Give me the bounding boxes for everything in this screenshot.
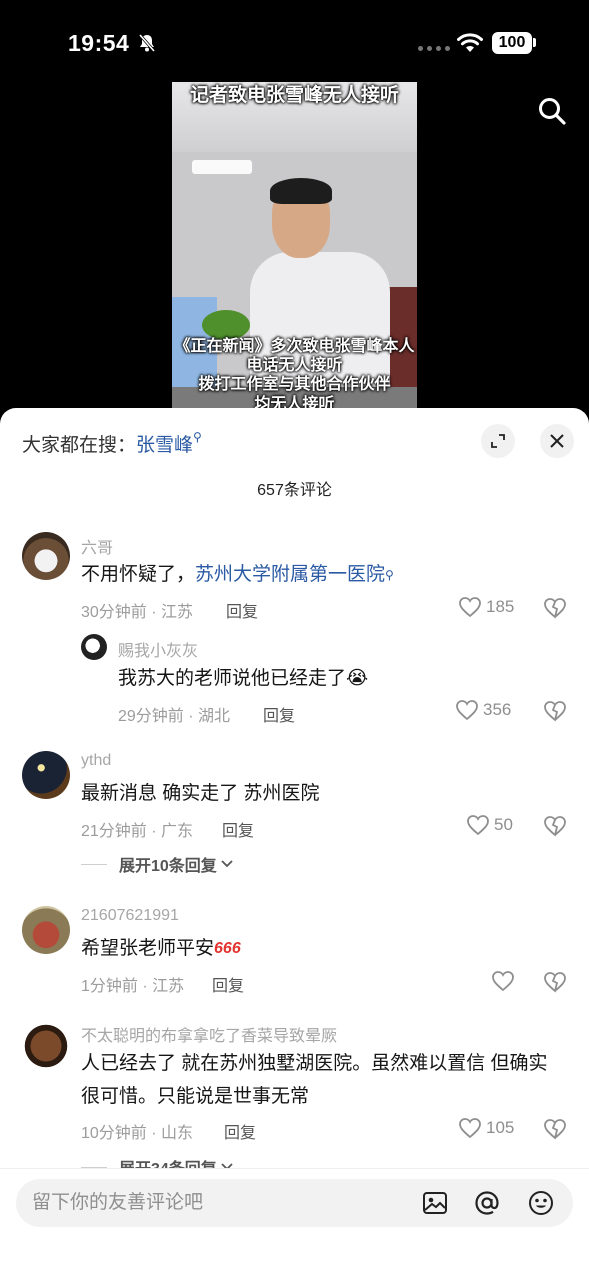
like-button[interactable]: 356 <box>455 699 511 721</box>
image-icon[interactable] <box>421 1189 449 1217</box>
comment-link[interactable]: 苏州大学附属第一医院 <box>195 564 385 585</box>
like-button[interactable]: 50 <box>466 814 513 836</box>
video-person-hair <box>270 178 332 204</box>
emoji-icon[interactable] <box>527 1189 555 1217</box>
comment-count: 657条评论 <box>257 482 332 499</box>
video-player[interactable]: 记者致电张雪峰无人接听 《正在新闻》多次致电张雪峰本人 电话无人接听 拨打工作室… <box>172 82 417 412</box>
reply-button[interactable]: 回复 <box>222 817 254 841</box>
comment-meta: 30分钟前 · 江苏 <box>81 604 194 621</box>
comment-text: 希望张老师平安666 <box>81 934 241 964</box>
hot-search-prefix: 大家都在搜： <box>22 435 137 456</box>
comment-username[interactable]: 21607621991 <box>81 907 179 925</box>
status-time: 19:54 <box>68 30 130 56</box>
expand-icon <box>491 434 505 448</box>
video-plant <box>202 310 250 340</box>
reply-username[interactable]: 赐我小灰灰 <box>118 637 198 661</box>
sub-caption-line: 电话无人接听 <box>246 357 343 375</box>
comment-text-line: 人已经去了 就在苏州独墅湖医院。虽然难以置信 但确实 <box>81 1053 548 1074</box>
wifi-icon <box>457 33 483 52</box>
video-lamp <box>192 160 252 174</box>
video-title-caption: 记者致电张雪峰无人接听 <box>189 85 399 106</box>
avatar[interactable] <box>22 532 70 580</box>
search-icon[interactable] <box>537 96 567 126</box>
sub-caption-line: 《正在新闻》多次致电张雪峰本人 <box>174 338 415 355</box>
reply-button[interactable]: 回复 <box>212 972 244 996</box>
like-button[interactable]: 105 <box>458 1117 514 1139</box>
heart-icon <box>459 597 481 618</box>
comment-username[interactable]: ythd <box>81 752 111 770</box>
battery-tip <box>533 38 536 47</box>
comment-text: 最新消息 确实走了 苏州医院 <box>81 783 320 804</box>
reply-button[interactable]: 回复 <box>263 702 295 726</box>
expand-replies-button[interactable]: 展开10条回复 <box>81 852 234 876</box>
like-button[interactable] <box>491 970 519 992</box>
search-keyword-icon: ⚲ <box>193 430 202 444</box>
video-sub-caption: 《正在新闻》多次致电张雪峰本人 电话无人接听 拨打工作室与其他合作伙伴 均无人接… <box>172 337 417 412</box>
comment-meta: 21分钟前 · 广东 <box>81 823 194 840</box>
cellular-signal-icon <box>418 46 450 51</box>
expand-replies-label: 展开10条回复 <box>119 858 217 875</box>
avatar[interactable] <box>22 906 70 954</box>
bell-off-icon <box>138 34 156 52</box>
comment-input-box[interactable] <box>16 1179 573 1227</box>
heart-icon <box>459 1118 481 1139</box>
dislike-icon[interactable] <box>543 814 567 838</box>
close-button[interactable] <box>540 424 574 458</box>
comment-input[interactable] <box>32 1179 402 1227</box>
comment-text-line: 很可惜。只能说是世事无常 <box>81 1086 310 1107</box>
dislike-icon[interactable] <box>543 970 567 994</box>
comment-sheet: 大家都在搜：张雪峰⚲ 657条评论 六哥 不用怀疑了，苏州大学附属第一医院⚲ 3… <box>0 408 589 1280</box>
avatar[interactable] <box>22 751 70 799</box>
heart-icon <box>492 971 514 992</box>
reply-button[interactable]: 回复 <box>226 598 258 622</box>
comment-input-bar <box>0 1168 589 1280</box>
reply-avatar[interactable] <box>81 634 107 660</box>
dislike-icon[interactable] <box>543 1117 567 1141</box>
reply-meta: 29分钟前 · 湖北 <box>118 708 231 725</box>
avatar[interactable] <box>22 1022 70 1070</box>
like-count: 356 <box>483 700 512 719</box>
like-count: 50 <box>494 815 513 834</box>
like-count: 105 <box>486 1118 515 1137</box>
comment-username[interactable]: 不太聪明的布拿拿吃了香菜导致晕厥 <box>81 1022 337 1046</box>
comment-text: 不用怀疑了，苏州大学附属第一医院⚲ <box>81 560 394 590</box>
comment-meta: 10分钟前 · 山东 <box>81 1125 194 1142</box>
status-bar: 19:54 100 <box>0 0 589 80</box>
chevron-down-icon <box>221 860 233 868</box>
hot-search-bar[interactable]: 大家都在搜：张雪峰⚲ <box>22 430 202 457</box>
comment-text-body: 不用怀疑了， <box>81 564 196 585</box>
hot-search-keyword[interactable]: 张雪峰 <box>136 435 193 456</box>
emoji-666-sticker: 666 <box>214 940 241 957</box>
heart-icon <box>467 815 489 836</box>
sub-caption-line: 拨打工作室与其他合作伙伴 <box>198 376 391 394</box>
like-count: 185 <box>486 597 515 616</box>
like-button[interactable]: 185 <box>458 596 514 618</box>
link-search-icon: ⚲ <box>385 568 394 582</box>
dislike-icon[interactable] <box>543 699 567 723</box>
dislike-icon[interactable] <box>543 596 567 620</box>
reply-button[interactable]: 回复 <box>224 1119 256 1143</box>
close-icon <box>550 434 564 448</box>
battery-indicator: 100 <box>492 32 532 54</box>
reply-text: 我苏大的老师说他已经走了😭 <box>118 668 369 689</box>
expand-button[interactable] <box>481 424 515 458</box>
comment-username[interactable]: 六哥 <box>81 534 113 558</box>
expand-divider <box>81 863 107 865</box>
comment-text-body: 希望张老师平安 <box>81 938 215 960</box>
comment-meta: 1分钟前 · 江苏 <box>81 978 185 995</box>
at-mention-icon[interactable] <box>473 1189 501 1217</box>
heart-icon <box>456 700 478 721</box>
